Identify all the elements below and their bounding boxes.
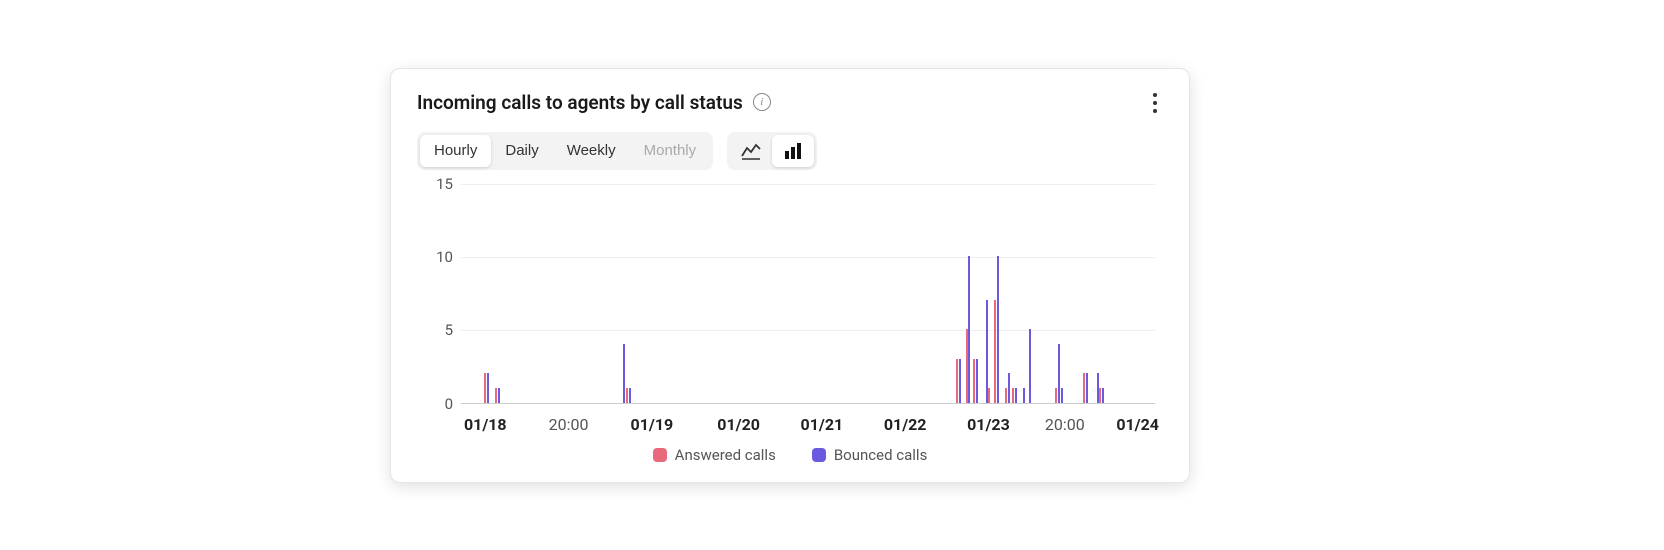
bar-answered [626,388,628,403]
bar-bounced [976,359,978,403]
timeframe-monthly: Monthly [630,135,711,167]
x-tick: 20:00 [549,415,589,434]
legend-label-bounced: Bounced calls [834,446,928,464]
bar-bounced [1102,388,1104,403]
y-tick: 10 [417,248,453,266]
bar-answered [956,359,958,403]
bar-bounced [1029,329,1031,402]
x-tick: 01/19 [631,415,674,434]
bar-bounced [959,359,961,403]
bar-bounced [968,256,970,403]
bar-answered [973,359,975,403]
chart-legend: Answered calls Bounced calls [417,446,1163,464]
bar-bounced [1061,388,1063,403]
bar-answered [966,329,968,402]
x-tick: 01/23 [967,415,1010,434]
bar-chart-icon [783,142,803,160]
card-title: Incoming calls to agents by call status [417,91,743,114]
timeframe-segment: Hourly Daily Weekly Monthly [417,132,713,170]
bar-bounced [1086,373,1088,402]
chart-area: 051015 01/1820:0001/1901/2001/2101/2201/… [417,184,1163,434]
line-chart-icon [741,142,761,160]
bar-bounced [623,344,625,403]
legend-swatch-answered [653,448,667,462]
chart-controls: Hourly Daily Weekly Monthly [417,132,1163,170]
info-icon[interactable]: i [753,93,771,111]
bar-answered [1005,388,1007,403]
bar-answered [1012,388,1014,403]
chart-plot [461,184,1155,404]
bar-bounced [1058,344,1060,403]
bar-bounced [986,300,988,403]
x-tick: 20:00 [1045,415,1085,434]
x-tick: 01/24 [1116,415,1159,434]
bar-bounced [498,388,500,403]
chart-type-toggle [727,132,817,170]
line-chart-button[interactable] [730,135,772,167]
x-tick: 01/18 [464,415,507,434]
card-header: Incoming calls to agents by call status … [417,91,1163,114]
bar-answered [484,373,486,402]
legend-label-answered: Answered calls [675,446,776,464]
bar-bounced [629,388,631,403]
y-tick: 15 [417,175,453,193]
legend-answered[interactable]: Answered calls [653,446,776,464]
bar-bounced [487,373,489,402]
y-tick: 5 [417,321,453,339]
x-tick: 01/21 [801,415,844,434]
bar-answered [1055,388,1057,403]
bar-answered [1099,388,1101,403]
y-tick: 0 [417,395,453,413]
bar-answered [1083,373,1085,402]
x-tick: 01/22 [884,415,927,434]
bar-bounced [1015,388,1017,403]
bar-chart-button[interactable] [772,135,814,167]
chart-card: Incoming calls to agents by call status … [390,68,1190,483]
bar-answered [495,388,497,403]
timeframe-daily[interactable]: Daily [491,135,552,167]
more-options-button[interactable] [1143,91,1167,115]
timeframe-hourly[interactable]: Hourly [420,135,491,167]
bar-answered [994,300,996,403]
bar-bounced [997,256,999,403]
bar-bounced [1097,373,1099,402]
legend-swatch-bounced [812,448,826,462]
x-tick: 01/20 [717,415,760,434]
timeframe-weekly[interactable]: Weekly [553,135,630,167]
bar-answered [988,388,990,403]
legend-bounced[interactable]: Bounced calls [812,446,928,464]
bar-bounced [1008,373,1010,402]
bar-bounced [1023,388,1025,403]
